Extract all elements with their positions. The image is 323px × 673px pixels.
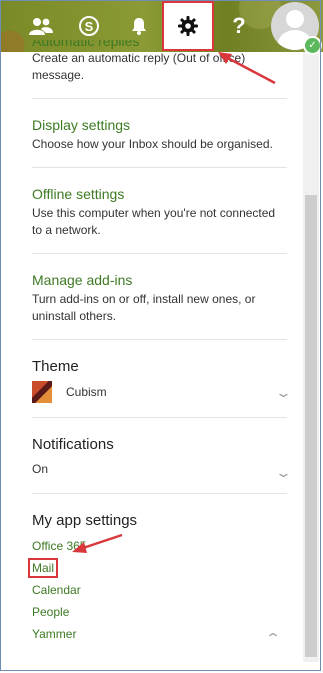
display-settings-section[interactable]: Display settings Choose how your Inbox s… bbox=[32, 117, 287, 168]
notifications-section: Notifications On ⌄ bbox=[32, 436, 292, 494]
chevron-down-icon[interactable]: ⌄ bbox=[275, 385, 292, 401]
people-icon bbox=[29, 18, 53, 35]
app-settings-section: My app settings Office 365 Mail Calendar… bbox=[28, 512, 287, 645]
theme-title: Theme bbox=[32, 358, 79, 375]
presence-available-icon: ✓ bbox=[303, 36, 322, 55]
auto-reply-description: Create an automatic reply (Out of office… bbox=[32, 51, 246, 82]
app-link-calendar[interactable]: Calendar bbox=[32, 579, 287, 601]
manage-addins-link[interactable]: Manage add-ins bbox=[32, 272, 287, 288]
svg-text:S: S bbox=[85, 19, 94, 34]
gear-icon bbox=[178, 16, 198, 36]
app-link-people[interactable]: People bbox=[32, 601, 287, 623]
help-icon: ? bbox=[232, 13, 246, 38]
auto-reply-title[interactable]: Automatic replies bbox=[32, 40, 287, 50]
avatar-icon bbox=[286, 10, 304, 28]
offline-settings-description: Use this computer when you're not connec… bbox=[32, 206, 276, 237]
manage-addins-section[interactable]: Manage add-ins Turn add-ins on or off, i… bbox=[32, 272, 287, 340]
app-link-mail[interactable]: Mail bbox=[28, 558, 59, 578]
offline-settings-link[interactable]: Offline settings bbox=[32, 186, 287, 202]
app-settings-title: My app settings bbox=[32, 512, 138, 529]
display-settings-description: Choose how your Inbox should be organise… bbox=[32, 137, 273, 151]
manage-addins-description: Turn add-ins on or off, install new ones… bbox=[32, 292, 256, 323]
display-settings-link[interactable]: Display settings bbox=[32, 117, 287, 133]
app-link-mail-wrapper: Mail bbox=[28, 557, 287, 579]
notifications-dropdown[interactable]: On ⌄ bbox=[32, 459, 292, 480]
notifications-value: On bbox=[32, 462, 49, 476]
scrollbar-thumb[interactable] bbox=[305, 195, 317, 657]
settings-list: Automatic replies Create an automatic re… bbox=[28, 40, 292, 645]
theme-swatch bbox=[32, 381, 52, 403]
theme-dropdown[interactable]: Cubism ⌄ bbox=[32, 381, 292, 403]
app-link-office365[interactable]: Office 365 bbox=[32, 535, 287, 557]
theme-section: Theme Cubism ⌄ bbox=[32, 358, 292, 418]
auto-reply-section[interactable]: Automatic replies Create an automatic re… bbox=[32, 40, 287, 99]
bell-icon bbox=[132, 18, 146, 35]
theme-value: Cubism bbox=[66, 385, 107, 399]
notifications-title: Notifications bbox=[32, 436, 114, 453]
chevron-down-icon[interactable]: ⌄ bbox=[275, 463, 292, 483]
app-link-yammer[interactable]: Yammer bbox=[32, 623, 287, 645]
chevron-up-icon[interactable]: ⌃ bbox=[265, 631, 281, 645]
offline-settings-section[interactable]: Offline settings Use this computer when … bbox=[32, 186, 287, 254]
skype-icon: S bbox=[79, 16, 99, 36]
